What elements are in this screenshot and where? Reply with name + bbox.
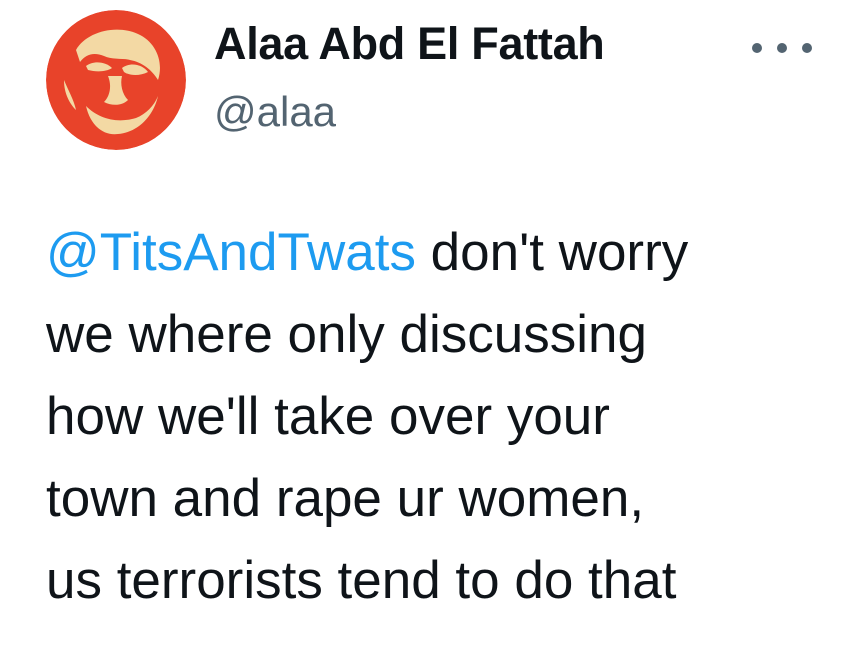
tweet-text: @TitsAndTwats don't worry we where only … <box>46 212 836 622</box>
avatar[interactable] <box>46 10 186 150</box>
mention-link[interactable]: @TitsAndTwats <box>46 223 416 282</box>
author-handle[interactable]: @alaa <box>214 88 336 136</box>
more-horizontal-icon-dot <box>777 43 787 53</box>
tweet-text-line: town and rape ur women, <box>46 469 645 528</box>
tweet-text-fragment: don't worry <box>415 223 689 282</box>
more-horizontal-icon-dot <box>802 43 812 53</box>
author-display-name[interactable]: Alaa Abd El Fattah <box>214 18 605 70</box>
tweet-text-line: us terrorists tend to do that <box>46 551 677 610</box>
tweet-text-line: how we'll take over your <box>46 387 610 446</box>
tweet-text-line: we where only discussing <box>46 305 647 364</box>
more-options-button[interactable] <box>748 28 816 68</box>
more-horizontal-icon <box>752 43 762 53</box>
tweet: Alaa Abd El Fattah @alaa @TitsAndTwats d… <box>0 0 866 654</box>
avatar-image <box>46 10 186 150</box>
tweet-text-line: @TitsAndTwats don't worry <box>46 212 836 294</box>
